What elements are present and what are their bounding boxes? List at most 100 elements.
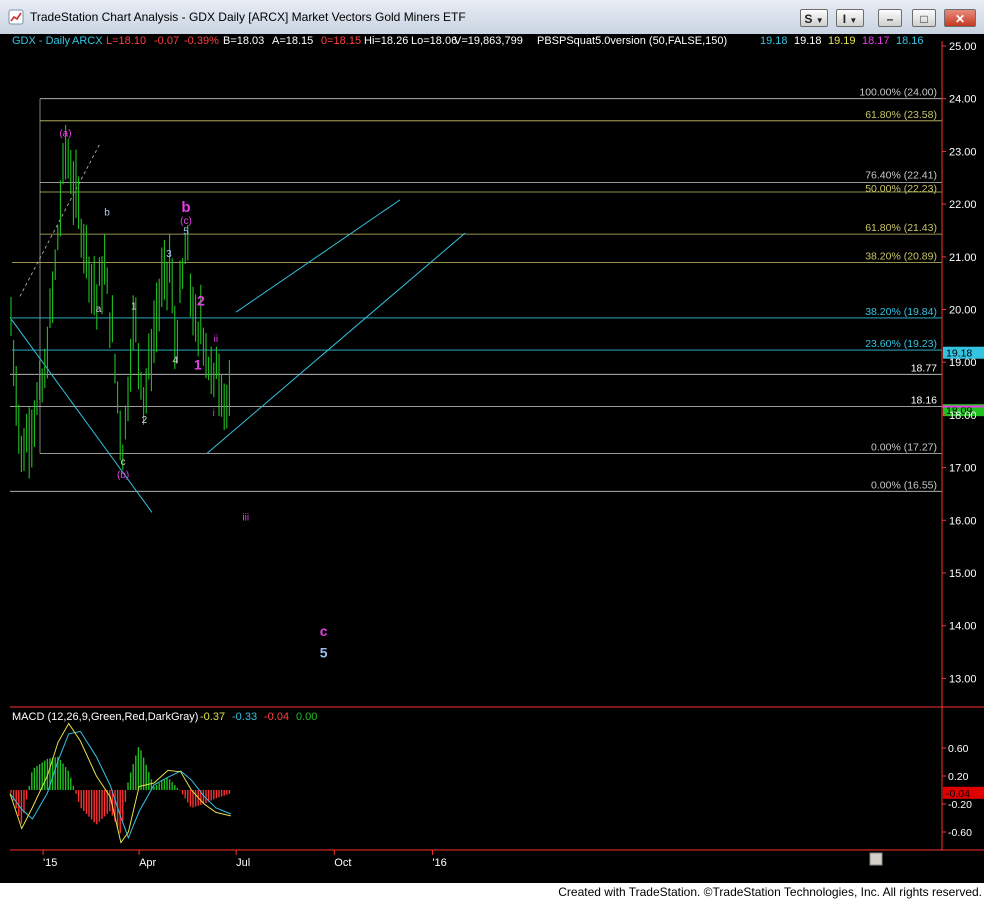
fib-level-label: 100.00% (24.00) — [859, 87, 937, 99]
wave-label: 5 — [183, 227, 189, 238]
price-tick-label: 23.00 — [949, 146, 977, 158]
wave-label: 4 — [173, 355, 179, 366]
footer-credit: Created with TradeStation. ©TradeStation… — [558, 885, 982, 899]
macd-value: -0.04 — [264, 711, 289, 723]
header-volume: V=19,863,799 — [454, 35, 523, 47]
wave-label: a — [96, 304, 102, 315]
wave-label: 2 — [197, 292, 205, 308]
price-tick-label: 18.00 — [949, 410, 977, 422]
time-tick-label: '16 — [432, 857, 446, 869]
macd-value: 0.00 — [296, 711, 317, 723]
time-tick-label: Oct — [334, 857, 351, 869]
wave-label: b — [104, 208, 110, 219]
minimize-button[interactable]: – — [878, 9, 902, 27]
header-study: PBSPSquat5.0version (50,FALSE,150) — [537, 35, 727, 47]
wave-label: 2 — [142, 415, 148, 426]
wave-label: (c) — [180, 216, 192, 227]
fib-level-label: 61.80% (21.43) — [865, 222, 937, 234]
wave-label: ii — [214, 334, 218, 345]
study-value: 18.17 — [862, 35, 890, 47]
price-tick-label: 20.00 — [949, 305, 977, 317]
scroll-end-button — [869, 852, 883, 866]
close-icon: ✕ — [954, 12, 966, 26]
header-change-pct: -0.39% — [184, 35, 219, 47]
study-value: 19.18 — [794, 35, 822, 47]
symbol-link-button[interactable]: S ▼ — [800, 9, 828, 27]
fib-level-label: 61.80% (23.58) — [865, 109, 937, 121]
header-exchange: ARCX — [72, 35, 103, 47]
macd-tick-label: -0.60 — [948, 827, 972, 839]
window-title: TradeStation Chart Analysis - GDX Daily … — [30, 10, 466, 24]
chevron-down-icon: ▼ — [849, 16, 858, 25]
fib-level-label: 76.40% (22.41) — [865, 169, 937, 181]
title-bar[interactable]: TradeStation Chart Analysis - GDX Daily … — [0, 0, 984, 35]
close-button[interactable]: ✕ — [944, 9, 976, 27]
header-ask: A=18.15 — [272, 35, 313, 47]
price-tick-label: 16.00 — [949, 515, 977, 527]
wave-label: i — [213, 408, 215, 419]
macd-panel: 0.60 0.20 -0.20 -0.60 -0.04 — [9, 722, 984, 844]
macd-title: MACD (12,26,9,Green,Red,DarkGray) — [12, 711, 198, 723]
wave-label: (b) — [117, 470, 129, 481]
fib-level-label: 23.60% (19.23) — [865, 338, 937, 350]
wave-label: c — [121, 457, 126, 468]
wave-label: 3 — [166, 249, 172, 260]
maximize-button[interactable]: □ — [912, 9, 936, 27]
price-tick-label: 21.00 — [949, 252, 977, 264]
macd-tick-label: 0.20 — [948, 771, 969, 783]
header-high: Hi=18.26 — [364, 35, 408, 47]
header-change: -0.07 — [154, 35, 179, 47]
header-last: L=18.10 — [106, 35, 146, 47]
price-level-label: 18.16 — [911, 394, 937, 406]
macd-tick-label: 0.60 — [948, 743, 969, 755]
fib-level-label: 38.20% (19.84) — [865, 306, 937, 318]
wave-label: 5 — [320, 644, 328, 660]
fib-level-label: 50.00% (22.23) — [865, 183, 937, 195]
macd-values: -0.37 -0.33 -0.04 0.00 — [200, 711, 317, 723]
price-axis: 25.0024.0023.0022.0021.0020.0019.0018.00… — [10, 41, 984, 850]
price-level-label: 18.77 — [911, 362, 937, 374]
chart-window: TradeStation Chart Analysis - GDX Daily … — [0, 0, 984, 883]
wave-label: b — [181, 199, 190, 216]
price-chart[interactable]: 100.00% (24.00) 61.80% (23.58) 76.40% (22.… — [0, 34, 984, 883]
wave-label: iii — [242, 512, 249, 523]
price-tick-label: 13.00 — [949, 673, 977, 685]
channel-upper-line — [235, 199, 401, 313]
price-tick-label: 14.00 — [949, 621, 977, 633]
macd-tick-label: -0.20 — [948, 799, 972, 811]
maximize-icon: □ — [920, 12, 928, 26]
time-tick-label: Jul — [236, 857, 250, 869]
wave-label: 1 — [131, 302, 137, 313]
interval-link-button[interactable]: I ▼ — [836, 9, 864, 27]
price-tick-label: 15.00 — [949, 568, 977, 580]
header-prev: 0=18.15 — [321, 35, 361, 47]
study-value: 19.19 — [828, 35, 856, 47]
time-axis: '15 Apr Jul Oct '16 — [10, 849, 984, 869]
fib-level-label: 0.00% (17.27) — [871, 441, 937, 453]
macd-value: -0.33 — [232, 711, 257, 723]
wave-label: (a) — [59, 129, 71, 140]
time-tick-label: Apr — [139, 857, 156, 869]
header-low: Lo=18.06 — [411, 35, 457, 47]
footer: Created with TradeStation. ©TradeStation… — [0, 883, 984, 899]
price-tick-label: 17.00 — [949, 463, 977, 475]
header-symbol: GDX - Daily — [12, 35, 71, 47]
study-value: 19.18 — [760, 35, 788, 47]
price-tick-label: 19.00 — [949, 357, 977, 369]
minimize-icon: – — [886, 12, 894, 26]
price-tick-label: 24.00 — [949, 94, 977, 106]
study-value: 18.16 — [896, 35, 924, 47]
price-tick-label: 22.00 — [949, 199, 977, 211]
wave-labels: (a)bac(b)12345(c)b21iiiiiic5 — [59, 129, 327, 661]
price-tick-label: 25.00 — [949, 41, 977, 53]
tradestation-app-icon — [8, 9, 24, 25]
channel-lower-line — [206, 232, 466, 454]
macd-marker-label: -0.04 — [946, 788, 970, 800]
study-values: 19.18 19.18 19.19 18.17 18.16 — [760, 35, 924, 47]
time-tick-label: '15 — [43, 857, 57, 869]
chevron-down-icon: ▼ — [815, 16, 824, 25]
symbol-link-label: S — [804, 12, 813, 26]
fib-level-label: 0.00% (16.55) — [871, 479, 937, 491]
wave-label: 1 — [194, 357, 202, 373]
macd-value: -0.37 — [200, 711, 225, 723]
